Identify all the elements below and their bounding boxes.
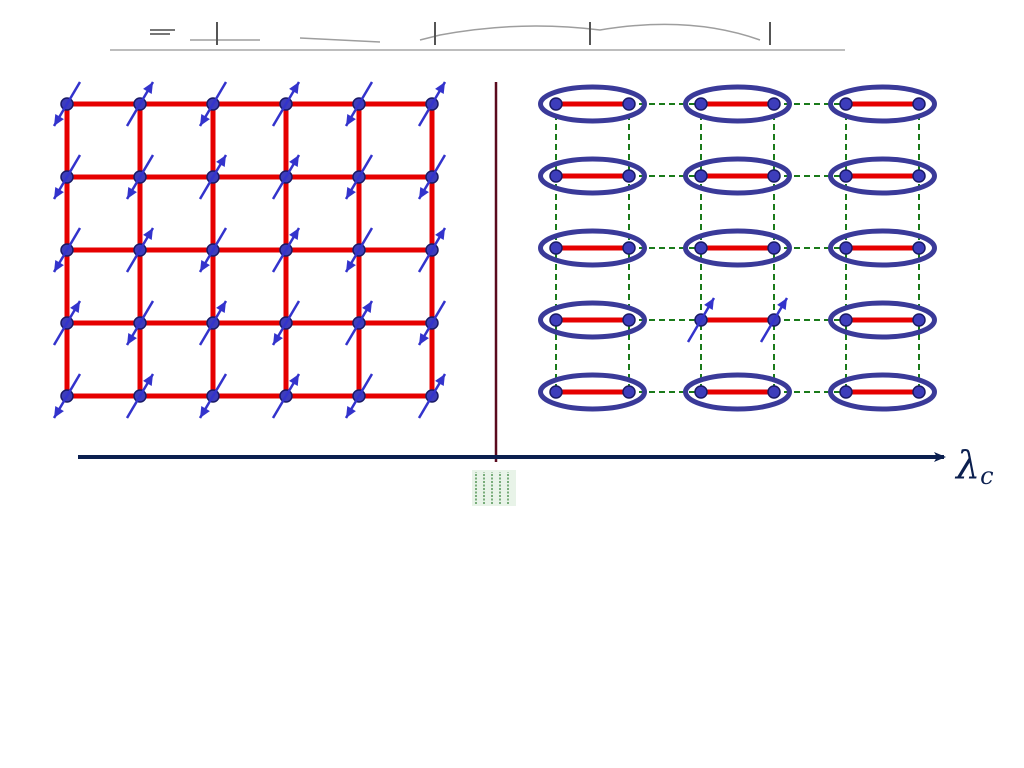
lattice-site <box>549 385 563 399</box>
lattice-site <box>694 241 708 255</box>
lattice-site <box>694 169 708 183</box>
lattice-site <box>622 97 636 111</box>
lattice-site <box>694 97 708 111</box>
lattice-site <box>839 241 853 255</box>
lattice-site <box>549 241 563 255</box>
blurred-critical-label <box>472 470 516 506</box>
dimer-lattice <box>538 84 937 412</box>
lattice-site <box>767 385 781 399</box>
lattice-site <box>767 97 781 111</box>
diagram-canvas: λc <box>0 0 1024 768</box>
lattice-site <box>912 97 926 111</box>
lattice-site <box>912 169 926 183</box>
lattice-site <box>549 169 563 183</box>
lattice-site <box>839 313 853 327</box>
lattice-site <box>622 169 636 183</box>
lattice-site <box>912 313 926 327</box>
lattice-site <box>839 97 853 111</box>
lattice-site <box>622 385 636 399</box>
antiferromagnet-lattice <box>52 81 447 419</box>
lattice-site <box>549 313 563 327</box>
lattice-site <box>912 241 926 255</box>
axis-label: λc <box>954 443 994 490</box>
lattice-site <box>767 241 781 255</box>
phase-transition-diagram: λc <box>52 22 994 506</box>
lattice-site <box>839 169 853 183</box>
blurred-header <box>110 22 845 51</box>
lattice-site <box>622 313 636 327</box>
lattice-site <box>622 241 636 255</box>
lattice-site <box>839 385 853 399</box>
lattice-site <box>767 169 781 183</box>
lattice-site <box>694 385 708 399</box>
lattice-site <box>912 385 926 399</box>
lattice-site <box>549 97 563 111</box>
